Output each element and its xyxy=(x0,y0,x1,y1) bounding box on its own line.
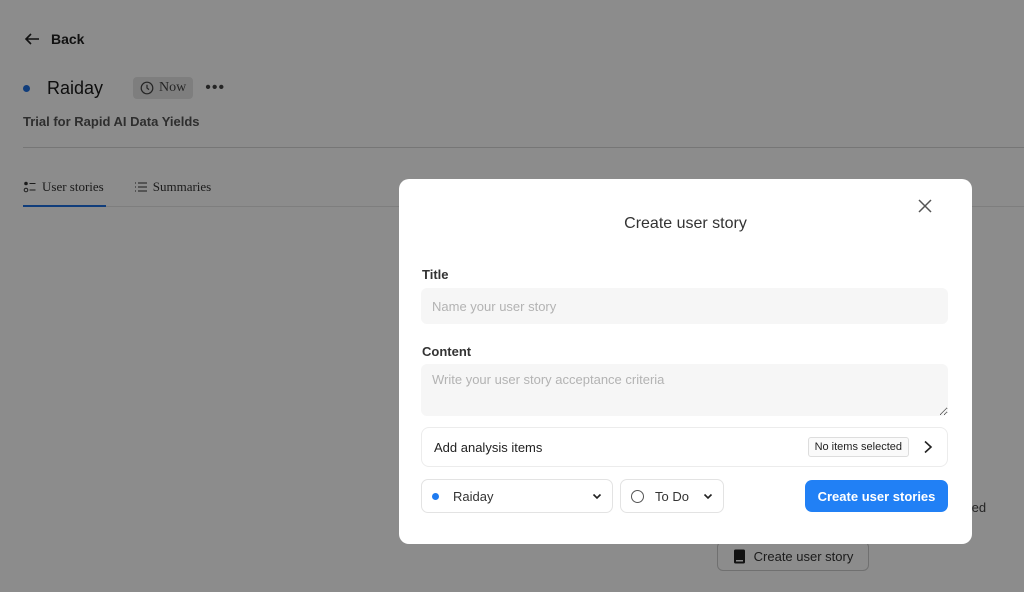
project-select[interactable]: Raiday xyxy=(421,479,613,513)
chevron-down-icon xyxy=(703,493,713,500)
chevron-right-icon xyxy=(924,440,933,454)
dialog-title: Create user story xyxy=(624,215,747,232)
close-icon xyxy=(918,199,932,213)
status-circle-icon xyxy=(631,489,644,503)
project-select-value: Raiday xyxy=(453,488,494,504)
create-user-stories-button[interactable]: Create user stories xyxy=(805,480,948,512)
status-select[interactable]: To Do xyxy=(620,479,724,513)
content-label: Content xyxy=(422,344,472,359)
title-input[interactable] xyxy=(421,288,948,324)
content-textarea[interactable] xyxy=(421,364,948,416)
project-color-dot xyxy=(432,492,439,500)
analysis-label: Add analysis items xyxy=(434,439,543,455)
add-analysis-items-row[interactable]: Add analysis items No items selected xyxy=(421,427,948,467)
create-user-story-dialog: Create user story Title Content Add anal… xyxy=(399,179,972,544)
status-select-value: To Do xyxy=(655,488,689,504)
chevron-down-icon xyxy=(592,493,602,500)
items-selected-badge: No items selected xyxy=(807,437,909,457)
title-label: Title xyxy=(422,267,449,282)
close-button[interactable] xyxy=(916,197,934,215)
